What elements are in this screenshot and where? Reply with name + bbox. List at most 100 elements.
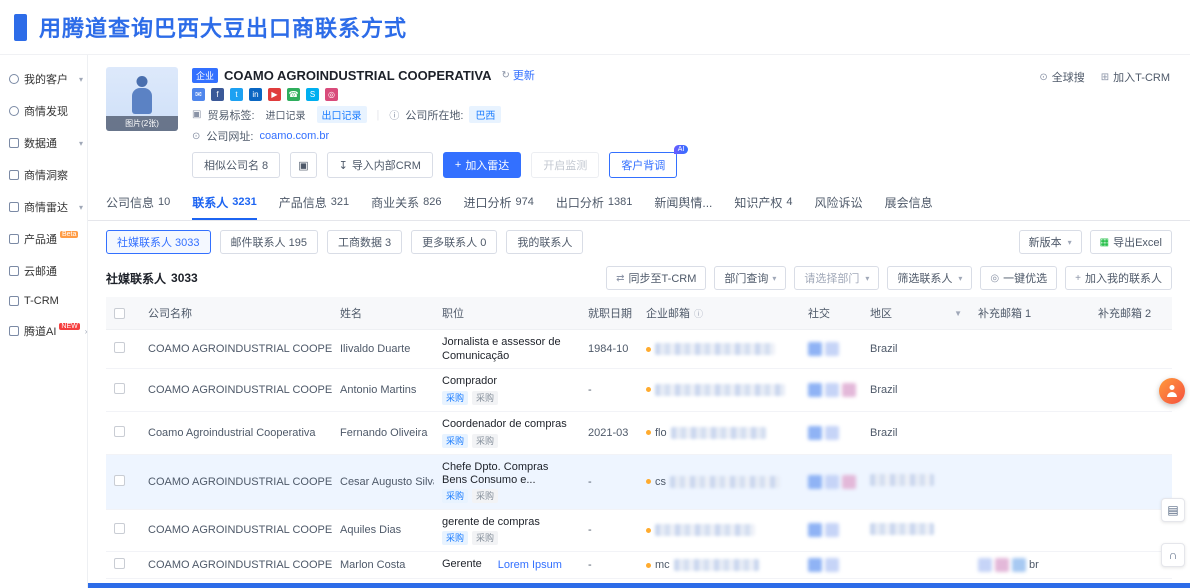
- tab-export-analysis[interactable]: 出口分析1381: [556, 186, 633, 220]
- row-checkbox[interactable]: [114, 426, 125, 437]
- row-checkbox[interactable]: [114, 558, 125, 569]
- filter-chip-more-contacts[interactable]: 更多联系人 0: [411, 230, 497, 254]
- tab-count: 974: [516, 196, 534, 208]
- tab-news[interactable]: 新闻舆情...: [654, 186, 712, 220]
- company-info: 企业 COAMO AGROINDUSTRIAL COOPERATIVA ↻更新 …: [192, 67, 1172, 178]
- info-icon: ⓘ: [694, 307, 703, 320]
- sidebar-item-tengdao-ai[interactable]: 腾道AINEW›: [0, 315, 87, 347]
- email-status-dot: [646, 430, 651, 435]
- person-illustration-icon: [129, 76, 155, 118]
- tab-contacts[interactable]: 联系人3231: [192, 186, 257, 220]
- twitter-icon[interactable]: t: [230, 88, 243, 101]
- row-checkbox[interactable]: [114, 475, 125, 486]
- position-wrap: Jornalista e assessor de Comunicação: [442, 336, 572, 362]
- global-search-button[interactable]: ⊙全球搜: [1039, 69, 1084, 85]
- chevron-down-icon: ▾: [79, 139, 83, 148]
- cell-position: Chefe Dpto. Compras Bens Consumo e...采购采…: [434, 454, 580, 509]
- join-radar-button[interactable]: +加入雷达: [443, 152, 521, 178]
- note-link[interactable]: Lorem Ipsum: [498, 559, 562, 571]
- location-chip: 巴西: [469, 106, 501, 123]
- tab-company-info[interactable]: 公司信息10: [106, 186, 170, 220]
- facebook-icon[interactable]: f: [211, 88, 224, 101]
- filter-icon[interactable]: ▼: [954, 309, 962, 318]
- row-checkbox[interactable]: [114, 342, 125, 353]
- trade-tag: 出口记录: [317, 106, 367, 123]
- social-icon-blurred: [808, 383, 822, 397]
- phone-icon[interactable]: ☎: [287, 88, 300, 101]
- sidebar-item-product[interactable]: 产品通Beta: [0, 223, 87, 255]
- row-checkbox[interactable]: [114, 383, 125, 394]
- export-excel-button[interactable]: ▦导出Excel: [1090, 230, 1172, 254]
- tab-exhibition-info[interactable]: 展会信息: [885, 186, 933, 220]
- sidebar-item-discovery[interactable]: 商情发现: [0, 95, 87, 127]
- filter-chip-social-contacts[interactable]: 社媒联系人 3033: [106, 230, 211, 254]
- website-link[interactable]: coamo.com.br: [259, 130, 329, 142]
- column-label: 职位: [442, 305, 464, 321]
- copy-company-button[interactable]: ▣: [290, 152, 316, 178]
- email-content: [646, 524, 792, 536]
- one-click-optimize-button[interactable]: ◎一键优选: [980, 266, 1057, 290]
- department-query-button[interactable]: 部门查询▾: [714, 266, 786, 290]
- support-headset-button[interactable]: ∩: [1161, 543, 1185, 567]
- email-icon[interactable]: ✉: [192, 88, 205, 101]
- email-blurred: [655, 384, 785, 396]
- refresh-button[interactable]: ↻更新: [501, 67, 534, 83]
- info-icon: ⓘ: [389, 107, 399, 122]
- action-label: 加入T-CRM: [1113, 69, 1170, 85]
- trade-tags: 进口记录出口记录: [261, 106, 367, 123]
- button-label: 同步至T-CRM: [629, 270, 697, 286]
- position-wrap: Coordenador de compras采购采购: [442, 418, 572, 448]
- import-internal-crm-button[interactable]: ↧导入内部CRM: [327, 152, 433, 178]
- tab-count: 1381: [608, 196, 632, 208]
- cell-checkbox: [106, 411, 140, 454]
- insight-icon: [9, 170, 19, 180]
- version-select[interactable]: 新版本▾: [1019, 230, 1082, 254]
- company-photo[interactable]: 图片(2张): [106, 67, 178, 131]
- filter-chip-my-contacts[interactable]: 我的联系人: [506, 230, 583, 254]
- cell-region: [862, 552, 970, 579]
- linkedin-icon[interactable]: in: [249, 88, 262, 101]
- sidebar-item-radar[interactable]: 商情雷达▾: [0, 191, 87, 223]
- tab-intellectual-property[interactable]: 知识产权4: [734, 186, 792, 220]
- cell-name: Cesar Augusto Silva: [332, 454, 434, 509]
- add-to-tcrm-button[interactable]: ⊞加入T-CRM: [1101, 69, 1170, 85]
- add-to-my-contacts-button[interactable]: +加入我的联系人: [1065, 266, 1172, 290]
- social-blurred-icons: [808, 558, 854, 572]
- footer-strip: [88, 583, 1190, 588]
- email-blurred: [670, 476, 780, 488]
- cell-company: Coamo Agroindustrial Cooperativa: [140, 411, 332, 454]
- tab-import-analysis[interactable]: 进口分析974: [464, 186, 534, 220]
- tab-business-relations[interactable]: 商业关系826: [371, 186, 441, 220]
- feedback-list-button[interactable]: ▤: [1161, 498, 1185, 522]
- row-checkbox[interactable]: [114, 523, 125, 534]
- tab-product-info[interactable]: 产品信息321: [279, 186, 349, 220]
- customer-background-check-button[interactable]: 客户背调AI: [609, 152, 677, 178]
- mail-icon: [9, 266, 19, 276]
- customer-service-fab[interactable]: [1159, 378, 1185, 404]
- cell-start-date: 1984-10: [580, 330, 638, 369]
- instagram-icon[interactable]: ◎: [325, 88, 338, 101]
- sync-tcrm-button[interactable]: ⇄同步至T-CRM: [606, 266, 706, 290]
- sidebar-item-tcrm[interactable]: T-CRM: [0, 287, 87, 315]
- cell-position: Gerente Lorem Ipsum: [434, 552, 580, 579]
- company-actions: 相似公司名 8▣↧导入内部CRM+加入雷达开启监测客户背调AI: [192, 152, 1172, 178]
- position-title: Gerente: [442, 558, 482, 572]
- department-select[interactable]: 请选择部门▾: [794, 266, 879, 290]
- contact-filter-select[interactable]: 筛选联系人▾: [887, 266, 972, 290]
- search-icon: [9, 106, 19, 116]
- sidebar-item-insight[interactable]: 商情洞察: [0, 159, 87, 191]
- cell-name: Aquiles Dias: [332, 509, 434, 552]
- button-label: 客户背调: [621, 157, 665, 173]
- sidebar-item-cloudmail[interactable]: 云邮通: [0, 255, 87, 287]
- filter-chip-business-data[interactable]: 工商数据 3: [327, 230, 402, 254]
- sidebar-item-datatong[interactable]: 数据通▾: [0, 127, 87, 159]
- sidebar-item-my-customers[interactable]: 我的客户▾: [0, 63, 87, 95]
- filter-chip-email-contacts[interactable]: 邮件联系人 195: [220, 230, 318, 254]
- social-icon-blurred: [825, 342, 839, 356]
- select-all-checkbox[interactable]: [114, 308, 125, 319]
- similar-companies-button[interactable]: 相似公司名 8: [192, 152, 280, 178]
- cell-start-date: 2021-03: [580, 411, 638, 454]
- skype-icon[interactable]: S: [306, 88, 319, 101]
- youtube-icon[interactable]: ▶: [268, 88, 281, 101]
- tab-risk-litigation[interactable]: 风险诉讼: [815, 186, 863, 220]
